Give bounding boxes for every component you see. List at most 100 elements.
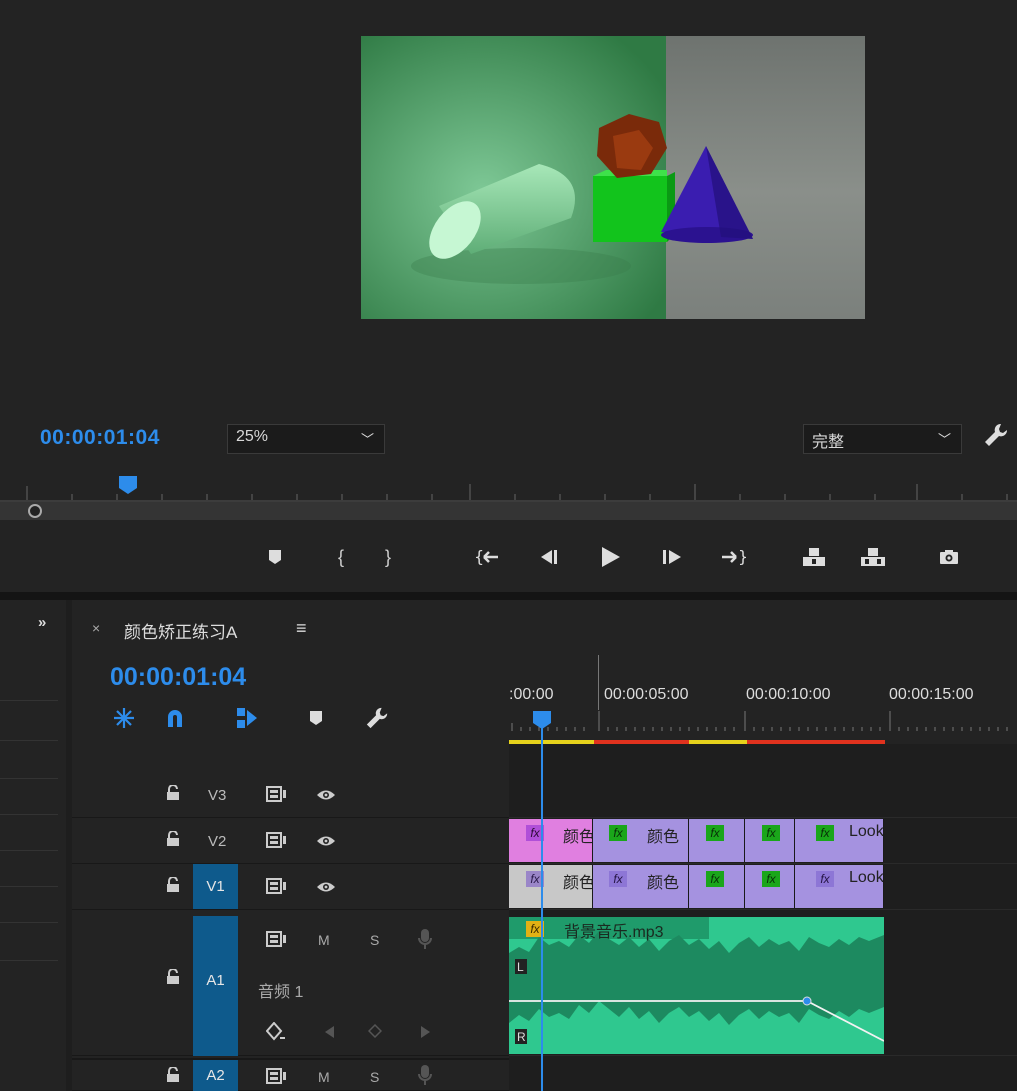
- track-output-icon[interactable]: [266, 1068, 288, 1084]
- clip-v1-2[interactable]: fx 颜色: [593, 865, 689, 908]
- timeline-timecode[interactable]: 00:00:01:04: [110, 663, 246, 692]
- solo-button[interactable]: S: [370, 1069, 379, 1085]
- svg-text:}: }: [738, 549, 746, 565]
- lock-icon[interactable]: [166, 830, 182, 849]
- lock-icon[interactable]: [166, 1066, 182, 1085]
- mark-out-button[interactable]: }: [371, 540, 405, 574]
- ruler-divider: [598, 655, 599, 710]
- track-header-v3: [72, 772, 509, 818]
- add-keyframe-icon[interactable]: [367, 1023, 383, 1043]
- ruler-label-15s: 00:00:15:00: [889, 686, 974, 703]
- panel-menu-icon[interactable]: ≡: [296, 618, 307, 639]
- clip-label: 颜色: [647, 829, 680, 846]
- channel-l-label: L: [517, 960, 524, 974]
- clip-label: 颜色: [563, 875, 593, 892]
- go-to-in-button[interactable]: {: [470, 540, 504, 574]
- clip-v2-2[interactable]: fx 颜色: [593, 819, 689, 862]
- monitor-zoom-scrollbar[interactable]: [0, 502, 1017, 520]
- clip-label: Look: [849, 869, 884, 886]
- add-marker-button[interactable]: [258, 540, 292, 574]
- timeline-playhead[interactable]: [532, 710, 552, 735]
- nest-toggle-icon[interactable]: [112, 706, 136, 730]
- program-timecode[interactable]: 00:00:01:04: [40, 426, 160, 450]
- playhead-line[interactable]: [541, 720, 543, 1091]
- scrollbar-handle[interactable]: [28, 504, 42, 518]
- lock-icon[interactable]: [166, 784, 182, 803]
- program-preview: [361, 36, 865, 319]
- clip-v1-3[interactable]: fx: [689, 865, 745, 908]
- mute-button[interactable]: M: [318, 1069, 330, 1085]
- audio-clip-label: 背景音乐.mp3: [564, 924, 664, 941]
- track-label-v3[interactable]: V3: [208, 787, 226, 804]
- channel-r-label: R: [517, 1030, 526, 1044]
- monitor-playhead[interactable]: [118, 475, 138, 500]
- chevron-down-icon: ﹀: [937, 432, 951, 447]
- lock-icon[interactable]: [166, 968, 182, 987]
- track-name-a1[interactable]: 音频 1: [258, 978, 303, 1002]
- eye-icon[interactable]: [316, 834, 336, 848]
- step-back-button[interactable]: [533, 540, 567, 574]
- track-output-icon[interactable]: [266, 786, 288, 802]
- microphone-icon[interactable]: [418, 1064, 432, 1091]
- track-label-a1[interactable]: A1: [193, 916, 238, 1056]
- clip-label: Look: [849, 823, 884, 840]
- track-output-icon[interactable]: [266, 878, 288, 894]
- track-label-v2[interactable]: V2: [208, 833, 226, 850]
- microphone-icon[interactable]: [418, 928, 432, 955]
- lock-icon[interactable]: [166, 876, 182, 895]
- track-label-v1[interactable]: V1: [193, 864, 238, 909]
- monitor-time-ruler[interactable]: [0, 470, 1017, 504]
- lift-button[interactable]: [797, 540, 831, 574]
- wrench-icon[interactable]: [983, 422, 1009, 450]
- next-keyframe-icon[interactable]: [420, 1025, 432, 1044]
- step-forward-button[interactable]: [655, 540, 689, 574]
- mark-out-icon: }: [384, 546, 391, 567]
- track-header-a2: [72, 1058, 509, 1091]
- sequence-tab-title[interactable]: 颜色矫正练习A: [124, 618, 237, 643]
- track-output-icon[interactable]: [266, 832, 288, 848]
- resolution-value: 完整: [812, 434, 845, 451]
- export-frame-button[interactable]: [932, 540, 966, 574]
- clip-label: 颜色: [647, 875, 680, 892]
- mark-in-icon: {: [337, 546, 344, 567]
- track-label-a2[interactable]: A2: [193, 1060, 238, 1091]
- eye-icon[interactable]: [316, 880, 336, 894]
- clip-v2-5[interactable]: fx Look: [795, 819, 884, 862]
- project-panel-collapsed: [0, 600, 66, 1091]
- fx-badge: fx: [816, 871, 834, 887]
- add-marker-icon[interactable]: [304, 706, 328, 730]
- go-to-out-button[interactable]: }: [716, 540, 750, 574]
- snap-magnet-icon[interactable]: [163, 706, 187, 730]
- ruler-label-0: :00:00: [509, 686, 554, 703]
- fx-badge: fx: [706, 825, 724, 841]
- play-button[interactable]: [594, 540, 628, 574]
- mark-in-button[interactable]: {: [324, 540, 358, 574]
- track-output-icon[interactable]: [266, 931, 288, 947]
- mute-button[interactable]: M: [318, 932, 330, 948]
- zoom-select[interactable]: 25% ﹀: [227, 424, 385, 454]
- clip-v2-4[interactable]: fx: [745, 819, 795, 862]
- track-lane-v3[interactable]: [509, 772, 1017, 818]
- clip-v1-4[interactable]: fx: [745, 865, 795, 908]
- close-tab-icon[interactable]: ×: [92, 620, 100, 636]
- clip-v2-1[interactable]: fx 颜色: [509, 819, 593, 862]
- audio-clip[interactable]: fx 背景音乐.mp3 L R: [509, 917, 884, 1054]
- fx-badge: fx: [706, 871, 724, 887]
- fx-badge: fx: [762, 871, 780, 887]
- clip-v1-1[interactable]: fx 颜色: [509, 865, 593, 908]
- panel-divider[interactable]: [0, 592, 1017, 600]
- track-header-v2: [72, 818, 509, 864]
- expand-panels-icon[interactable]: »: [38, 614, 46, 631]
- previous-keyframe-icon[interactable]: [323, 1025, 335, 1044]
- clip-v1-5[interactable]: fx Look: [795, 865, 884, 908]
- timeline-settings-wrench-icon[interactable]: [365, 706, 389, 730]
- fx-badge: fx: [816, 825, 834, 841]
- playback-resolution-select[interactable]: 完整 ﹀: [803, 424, 962, 454]
- ruler-label-5s: 00:00:05:00: [604, 686, 689, 703]
- eye-icon[interactable]: [316, 788, 336, 802]
- extract-button[interactable]: [856, 540, 890, 574]
- solo-button[interactable]: S: [370, 932, 379, 948]
- linked-selection-icon[interactable]: [235, 706, 259, 730]
- keyframe-add-icon[interactable]: [265, 1021, 286, 1047]
- clip-v2-3[interactable]: fx: [689, 819, 745, 862]
